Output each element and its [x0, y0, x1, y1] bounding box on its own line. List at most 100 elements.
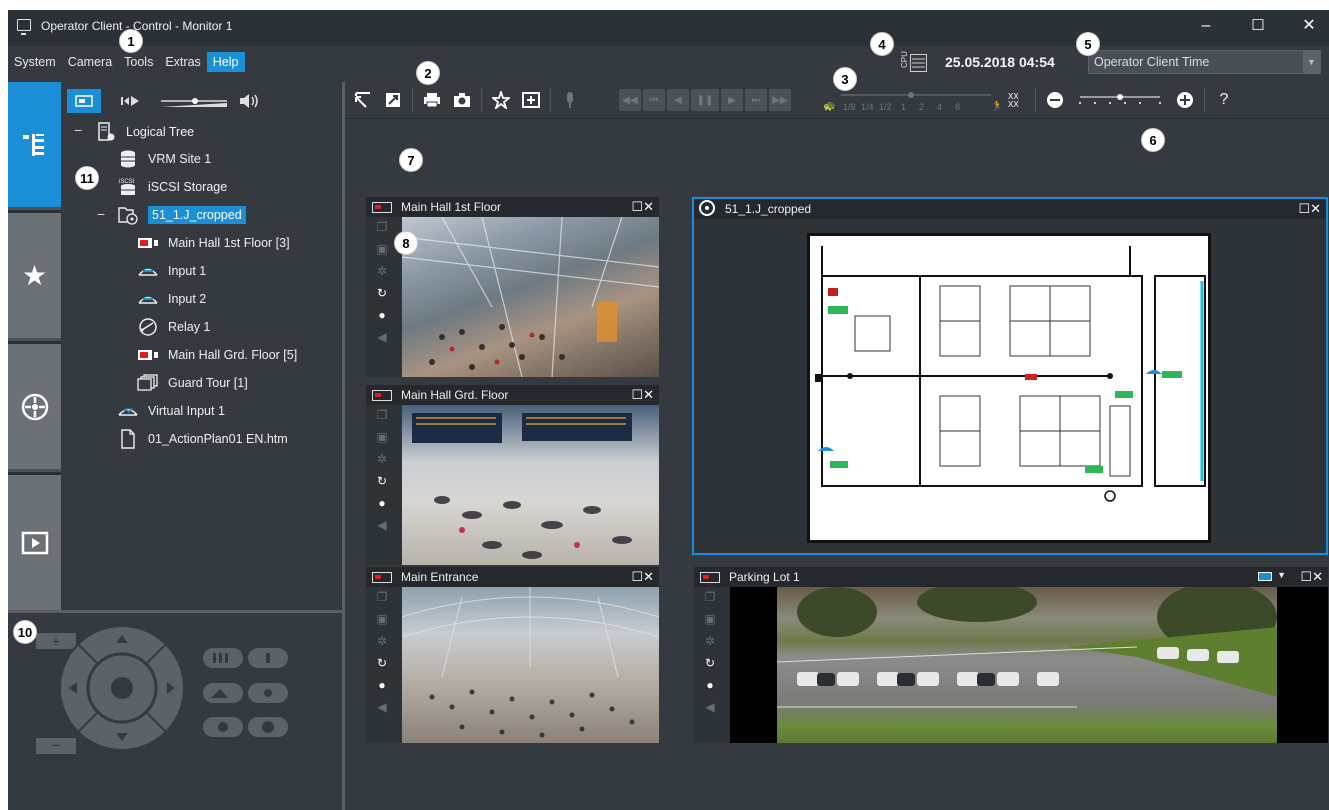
tree-item-iscsi-storage[interactable]: iSCSI iSCSI Storage [117, 175, 227, 199]
audio-icon[interactable]: ◀ [705, 700, 714, 722]
zoom-box-icon[interactable]: ▣ [376, 430, 387, 452]
time-mode-select[interactable]: Operator Client Time ▼ [1088, 50, 1321, 74]
skip-forward-icon[interactable]: ⏭ [745, 89, 767, 111]
speaker-icon[interactable] [237, 89, 261, 113]
add-bookmark-icon[interactable] [516, 87, 546, 113]
zoom-in-pane-icon[interactable] [1170, 87, 1200, 113]
menu-help[interactable]: Help [206, 52, 245, 72]
zoom-out-button[interactable]: − [36, 737, 76, 754]
tree-item-input-1[interactable]: Input 1 [137, 259, 206, 283]
tab-maps[interactable] [8, 344, 61, 472]
instant-playback-icon[interactable]: ↻ [377, 286, 387, 308]
chevron-down-icon[interactable]: ▼ [1303, 51, 1320, 73]
zoom-box-icon[interactable]: ▣ [704, 612, 715, 634]
sequence-icon[interactable]: ❐ [377, 220, 388, 242]
tree-item-input-2[interactable]: Input 2 [137, 287, 206, 311]
pane-controls[interactable]: ☐✕ [1298, 201, 1321, 217]
snapshot-camera-icon[interactable] [447, 87, 477, 113]
fast-forward-icon[interactable]: ▶▶ [769, 89, 791, 111]
image-pane-parking-lot[interactable]: Parking Lot 1 ▼ ☐✕ ❐ ▣ ✲ ↻ ● ◀ [694, 567, 1328, 743]
undock-icon[interactable] [348, 87, 378, 113]
pane-controls[interactable]: ☐✕ [631, 569, 654, 585]
record-icon[interactable]: ● [706, 678, 713, 700]
chevron-down-icon[interactable]: ▼ [1277, 570, 1286, 580]
volume-slider[interactable] [159, 89, 229, 113]
pane-controls[interactable]: ☐✕ [1300, 569, 1323, 585]
instant-playback-icon[interactable]: ↻ [377, 474, 387, 496]
pane-pattern-slider[interactable] [1070, 85, 1170, 115]
collapse-logical-tree[interactable]: − [74, 122, 82, 138]
ptz-function-buttons[interactable] [203, 648, 288, 737]
help-icon[interactable]: ? [1209, 87, 1239, 113]
add-favorite-icon[interactable] [486, 87, 516, 113]
audio-icon[interactable]: ◀ [377, 518, 386, 540]
tree-item-camera[interactable]: Main Hall 1st Floor [3] [137, 231, 290, 255]
tab-monitors[interactable] [8, 475, 61, 610]
stream-quality-icon[interactable] [1258, 572, 1272, 581]
zoom-out-pane-icon[interactable] [1040, 87, 1070, 113]
toolbar-separator [1035, 88, 1036, 112]
step-forward-icon[interactable]: ▶ [721, 89, 743, 111]
alarm-icon[interactable]: ✲ [377, 264, 387, 286]
fullscreen-icon[interactable] [378, 87, 408, 113]
floor-plan-map[interactable] [807, 233, 1211, 543]
audio-icon[interactable]: ◀ [377, 700, 386, 722]
pane-controls[interactable]: ☐✕ [631, 387, 654, 403]
ptz-direction-pad[interactable] [59, 625, 185, 751]
close-button[interactable]: ✕ [1294, 15, 1324, 37]
camera-video-feed[interactable] [402, 405, 659, 565]
menu-camera[interactable]: Camera [62, 52, 118, 72]
tree-root[interactable]: Logical Tree [95, 120, 194, 144]
pane-controls[interactable]: ☐✕ [631, 199, 654, 215]
minimize-button[interactable]: – [1191, 15, 1221, 37]
camera-video-feed[interactable] [402, 587, 659, 743]
menu-tools[interactable]: Tools [118, 52, 159, 72]
image-pane-main-entrance[interactable]: Main Entrance ☐✕ ❐ ▣ ✲ ↻ ● ◀ [366, 567, 659, 743]
playback-mode-tab[interactable] [113, 89, 147, 113]
instant-playback-icon[interactable]: ↻ [705, 656, 715, 678]
image-pane-map[interactable]: 51_1.J_cropped ☐✕ [692, 197, 1328, 555]
tree-item-vrm-site[interactable]: VRM Site 1 [117, 147, 211, 171]
sequence-icon[interactable]: ❐ [705, 590, 716, 612]
collapse-tiles-icon[interactable]: XX XX [1001, 87, 1031, 113]
sequence-icon[interactable]: ❐ [377, 590, 388, 612]
record-icon[interactable]: ● [378, 496, 385, 518]
alarm-icon[interactable]: ✲ [377, 634, 387, 656]
tab-logical-tree[interactable] [8, 82, 61, 210]
tree-item-virtual-input[interactable]: Virtual Input 1 [117, 399, 225, 423]
image-pane-main-hall-1st[interactable]: Main Hall 1st Floor ☐✕ ❐ ▣ ✲ ↻ ● ◀ [366, 197, 659, 377]
microphone-icon[interactable] [555, 87, 585, 113]
alarm-icon[interactable]: ✲ [377, 452, 387, 474]
map-compass-icon [699, 199, 715, 219]
tree-item-document[interactable]: 01_ActionPlan01 EN.htm [117, 427, 288, 451]
record-icon[interactable]: ● [378, 308, 385, 330]
alarm-icon[interactable]: ✲ [705, 634, 715, 656]
zoom-box-icon[interactable]: ▣ [376, 242, 387, 264]
camera-video-feed[interactable] [730, 587, 1328, 743]
record-icon[interactable]: ● [378, 678, 385, 700]
print-icon[interactable] [417, 87, 447, 113]
camera-video-feed[interactable] [402, 217, 659, 377]
camera-icon [372, 389, 392, 401]
tree-item-guard-tour[interactable]: Guard Tour [1] [137, 371, 248, 395]
skip-back-icon[interactable]: ⏮ [643, 89, 665, 111]
audio-icon[interactable]: ◀ [377, 330, 386, 352]
tree-item-map-folder[interactable]: 51_1.J_cropped [117, 203, 246, 227]
instant-playback-icon[interactable]: ↻ [377, 656, 387, 678]
menu-system[interactable]: System [8, 52, 62, 72]
zoom-box-icon[interactable]: ▣ [376, 612, 387, 634]
maximize-button[interactable]: ☐ [1243, 15, 1273, 37]
camera-icon [137, 346, 159, 364]
collapse-map-folder[interactable]: − [97, 206, 105, 222]
tree-item-relay[interactable]: Relay 1 [137, 315, 210, 339]
zoom-in-button[interactable]: + [36, 633, 76, 649]
sequence-icon[interactable]: ❐ [377, 408, 388, 430]
pause-icon[interactable]: ❚❚ [691, 89, 719, 111]
step-back-icon[interactable]: ◀ [667, 89, 689, 111]
live-mode-tab[interactable] [67, 89, 101, 113]
tab-favorites[interactable]: ★ [8, 213, 61, 341]
rewind-icon[interactable]: ◀◀ [619, 89, 641, 111]
menu-extras[interactable]: Extras [159, 52, 206, 72]
image-pane-main-hall-grd[interactable]: Main Hall Grd. Floor ☐✕ ❐ ▣ ✲ ↻ ● ◀ [366, 385, 659, 565]
tree-item-camera[interactable]: Main Hall Grd. Floor [5] [137, 343, 297, 367]
